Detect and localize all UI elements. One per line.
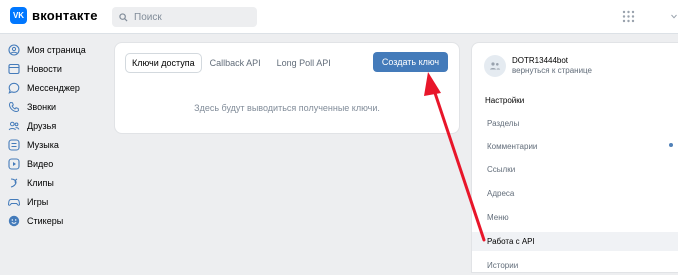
menu-item-stories[interactable]: Истории xyxy=(472,256,678,275)
menu-item-addresses[interactable]: Адреса xyxy=(472,184,678,203)
api-keys-card: Ключи доступа Callback API Long Poll API… xyxy=(114,42,460,134)
stickers-icon xyxy=(8,215,20,226)
settings-panel: DOTR13444bot вернуться к странице Настро… xyxy=(471,42,678,273)
menu-item-links[interactable]: Ссылки xyxy=(472,160,678,179)
games-icon xyxy=(8,198,20,206)
left-sidebar: Моя страница Новости Мессенджер Звонки Д… xyxy=(8,40,113,230)
menu-item-comments[interactable]: Комментарии xyxy=(472,137,678,156)
tab-callback-api[interactable]: Callback API xyxy=(210,58,261,68)
news-icon xyxy=(8,63,20,74)
settings-title: Настройки xyxy=(485,96,525,105)
sidebar-item-label: Игры xyxy=(27,196,49,207)
sidebar-item-games[interactable]: Игры xyxy=(8,192,113,211)
phone-icon xyxy=(8,101,20,112)
search-box[interactable] xyxy=(112,7,257,27)
clips-icon xyxy=(10,177,18,188)
sidebar-item-clips[interactable]: Клипы xyxy=(8,173,113,192)
sidebar-item-label: Музыка xyxy=(27,139,59,150)
menu-item-sections[interactable]: Разделы xyxy=(472,114,678,133)
vk-logo-icon: VK xyxy=(10,7,27,24)
sidebar-item-label: Моя страница xyxy=(27,44,86,55)
tab-long-poll-api[interactable]: Long Poll API xyxy=(277,58,331,68)
search-input[interactable] xyxy=(132,10,251,24)
search-icon xyxy=(119,12,128,22)
menu-item-api[interactable]: Работа с API xyxy=(472,232,678,251)
sidebar-item-messenger[interactable]: Мессенджер xyxy=(8,78,113,97)
sidebar-item-label: Стикеры xyxy=(27,215,64,226)
friends-icon xyxy=(8,121,20,130)
logo-text: вконтакте xyxy=(32,8,98,23)
sidebar-item-label: Новости xyxy=(27,63,62,74)
menu-item-menu[interactable]: Меню xyxy=(472,208,678,227)
group-icon xyxy=(490,62,501,70)
sidebar-item-label: Звонки xyxy=(27,101,57,112)
sidebar-item-label: Клипы xyxy=(27,177,54,188)
tab-access-keys[interactable]: Ключи доступа xyxy=(125,53,202,73)
sidebar-item-music[interactable]: Музыка xyxy=(8,135,113,154)
message-icon xyxy=(8,82,20,94)
top-header: VK вконтакте xyxy=(0,0,678,34)
sidebar-item-label: Видео xyxy=(27,158,54,169)
sidebar-item-stickers[interactable]: Стикеры xyxy=(8,211,113,230)
sidebar-item-calls[interactable]: Звонки xyxy=(8,97,113,116)
sidebar-item-friends[interactable]: Друзья xyxy=(8,116,113,135)
avatar[interactable] xyxy=(484,55,506,77)
api-tabs: Ключи доступа Callback API Long Poll API xyxy=(125,53,347,73)
vk-logo[interactable]: VK вконтакте xyxy=(10,7,98,24)
sidebar-item-label: Мессенджер xyxy=(27,82,80,93)
create-key-button[interactable]: Создать ключ xyxy=(373,52,448,72)
music-icon xyxy=(8,138,20,151)
video-icon xyxy=(8,157,20,170)
notification-dot xyxy=(669,143,673,147)
sidebar-item-news[interactable]: Новости xyxy=(8,59,113,78)
user-circle-icon xyxy=(8,43,20,56)
sidebar-item-video[interactable]: Видео xyxy=(8,154,113,173)
grid-icon[interactable] xyxy=(622,10,635,23)
bot-name[interactable]: DOTR13444bot xyxy=(512,56,568,65)
chevron-down-icon[interactable] xyxy=(671,14,677,19)
empty-keys-message: Здесь будут выводиться полученные ключи. xyxy=(194,103,380,113)
sidebar-item-label: Друзья xyxy=(27,120,57,131)
sidebar-item-my-page[interactable]: Моя страница xyxy=(8,40,113,59)
back-to-page-link[interactable]: вернуться к странице xyxy=(512,66,592,75)
